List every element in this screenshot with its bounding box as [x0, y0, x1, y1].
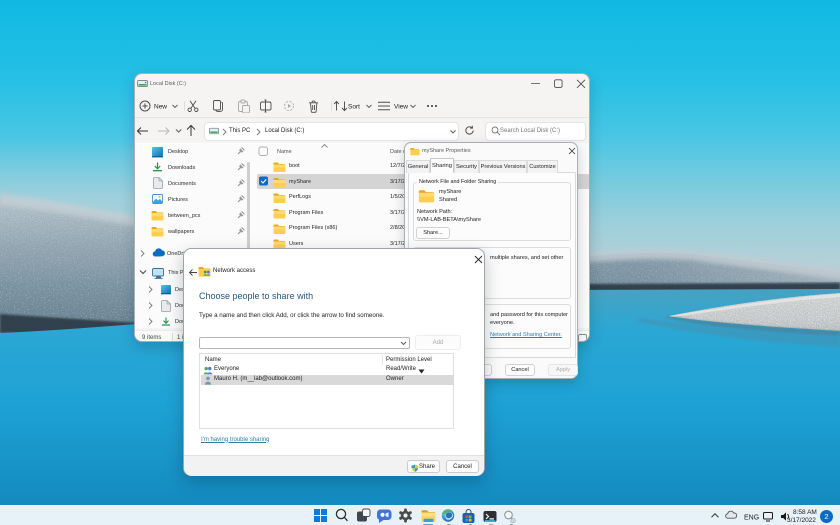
svg-text:ENG: ENG	[744, 515, 759, 522]
svg-text:Sort: Sort	[348, 104, 360, 111]
svg-text:New: New	[154, 104, 167, 111]
svg-text:View: View	[394, 104, 408, 111]
